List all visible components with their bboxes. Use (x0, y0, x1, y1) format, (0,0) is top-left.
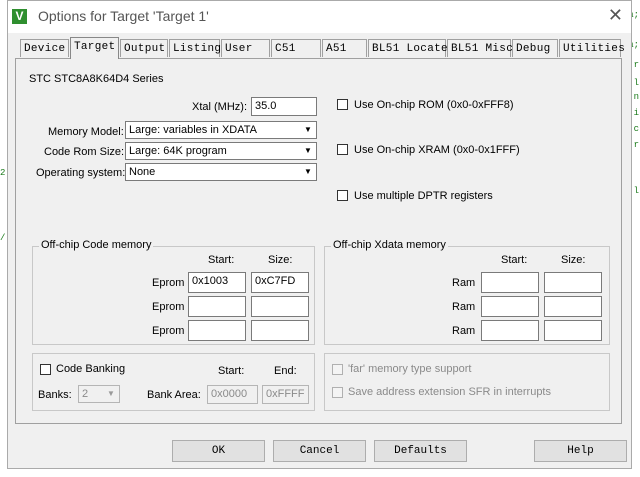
eprom-size-input[interactable] (251, 296, 309, 317)
ram-size-input[interactable] (544, 296, 602, 317)
operating-system-select[interactable]: None ▼ (125, 163, 317, 181)
operating-system-label: Operating system: (36, 167, 126, 179)
tab-listing[interactable]: Listing (169, 39, 221, 57)
cancel-button[interactable]: Cancel (273, 440, 366, 462)
ram-start-input[interactable] (481, 296, 539, 317)
device-name: STC STC8A8K64D4 Series (29, 73, 164, 85)
ram-label: Ram (452, 325, 476, 337)
use-multiple-dptr-label[interactable]: Use multiple DPTR registers (354, 190, 493, 202)
editor-code-fragment: c (633, 124, 639, 134)
bank-end-header: End: (274, 365, 297, 377)
editor-code-fragment: l (633, 78, 639, 88)
chevron-down-icon[interactable]: ▼ (301, 123, 315, 137)
ram-label: Ram (452, 277, 476, 289)
tab-bl51-misc[interactable]: BL51 Misc (447, 39, 513, 57)
tab-target[interactable]: Target (70, 37, 119, 59)
use-onchip-rom-label[interactable]: Use On-chip ROM (0x0-0xFFF8) (354, 99, 514, 111)
offchip-xdata-memory-title: Off-chip Xdata memory (331, 239, 448, 251)
tab-debug[interactable]: Debug (512, 39, 558, 57)
save-sfr-label[interactable]: Save address extension SFR in interrupts (348, 386, 551, 398)
chevron-down-icon[interactable]: ▼ (104, 387, 118, 401)
offchip-xdata-memory-group: Off-chip Xdata memory Start: Size: Ram R… (324, 239, 610, 345)
code-banking-checkbox[interactable] (40, 364, 51, 375)
offchip-code-memory-title: Off-chip Code memory (39, 239, 154, 251)
ram-start-input[interactable] (481, 320, 539, 341)
tab-c51[interactable]: C51 (271, 39, 321, 57)
editor-code-fragment: r (633, 60, 639, 70)
offchip-code-memory-group: Off-chip Code memory Start: Size: Eprom … (32, 239, 315, 345)
memory-model-label: Memory Model: (48, 126, 124, 138)
eprom-size-input[interactable] (251, 320, 309, 341)
tab-utilities[interactable]: Utilities (559, 39, 625, 57)
banks-value: 2 (82, 388, 89, 400)
code-rom-size-value: Large: 64K program (129, 145, 227, 157)
editor-code-fragment: n (633, 92, 639, 102)
xtal-label: Xtal (MHz): (192, 101, 247, 113)
use-multiple-dptr-checkbox[interactable] (337, 190, 348, 201)
code-rom-size-label: Code Rom Size: (44, 146, 125, 158)
banks-select[interactable]: 2 ▼ (78, 385, 120, 403)
title-bar[interactable]: V Options for Target 'Target 1' ✕ (8, 1, 631, 33)
far-memory-group: 'far' memory type support Save address e… (324, 353, 610, 411)
ram-size-input[interactable] (544, 272, 602, 293)
eprom-label: Eprom (152, 301, 185, 313)
tab-bl51-locate[interactable]: BL51 Locate (368, 39, 448, 57)
keil-uvision-icon: V (12, 9, 27, 24)
memory-model-value: Large: variables in XDATA (129, 124, 257, 136)
editor-code-fragment: i (633, 108, 639, 118)
code-size-header: Size: (268, 254, 293, 266)
eprom-label: Eprom (152, 325, 185, 337)
eprom-start-input[interactable] (188, 296, 246, 317)
code-start-header: Start: (208, 254, 235, 266)
tab-user[interactable]: User (221, 39, 270, 57)
operating-system-value: None (129, 166, 156, 178)
eprom-start-input[interactable]: 0x1003 (188, 272, 246, 293)
ram-start-input[interactable] (481, 272, 539, 293)
options-dialog: V Options for Target 'Target 1' ✕ Device… (7, 0, 632, 469)
code-banking-label[interactable]: Code Banking (56, 363, 125, 375)
far-memory-checkbox[interactable] (332, 364, 343, 375)
use-onchip-xram-label[interactable]: Use On-chip XRAM (0x0-0x1FFF) (354, 144, 520, 156)
code-rom-size-select[interactable]: Large: 64K program ▼ (125, 142, 317, 160)
editor-code-fragment: / (0, 233, 6, 243)
defaults-button[interactable]: Defaults (374, 440, 467, 462)
tab-device[interactable]: Device (20, 39, 69, 57)
dialog-title: Options for Target 'Target 1' (38, 8, 209, 24)
chevron-down-icon[interactable]: ▼ (301, 144, 315, 158)
editor-code-fragment: l (633, 186, 639, 196)
ram-size-input[interactable] (544, 320, 602, 341)
xdata-size-header: Size: (561, 254, 586, 266)
bank-area-start-input[interactable]: 0x0000 (207, 385, 258, 404)
eprom-size-input[interactable]: 0xC7FD (251, 272, 309, 293)
eprom-label: Eprom (152, 277, 185, 289)
help-button[interactable]: Help (534, 440, 627, 462)
close-icon[interactable]: ✕ (608, 5, 623, 25)
memory-model-select[interactable]: Large: variables in XDATA ▼ (125, 121, 317, 139)
eprom-start-input[interactable] (188, 320, 246, 341)
bank-area-end-input[interactable]: 0xFFFF (262, 385, 309, 404)
bank-start-header: Start: (218, 365, 245, 377)
tab-output[interactable]: Output (120, 39, 168, 57)
save-sfr-checkbox[interactable] (332, 387, 343, 398)
use-onchip-rom-checkbox[interactable] (337, 99, 348, 110)
editor-code-fragment: r (633, 140, 639, 150)
target-tab-panel: STC STC8A8K64D4 Series Xtal (MHz): 35.0 … (15, 58, 622, 424)
xdata-start-header: Start: (501, 254, 528, 266)
bank-area-label: Bank Area: (147, 389, 201, 401)
ok-button[interactable]: OK (172, 440, 265, 462)
banks-label: Banks: (38, 389, 72, 401)
far-memory-label[interactable]: 'far' memory type support (348, 363, 471, 375)
chevron-down-icon[interactable]: ▼ (301, 165, 315, 179)
use-onchip-xram-checkbox[interactable] (337, 144, 348, 155)
ram-label: Ram (452, 301, 476, 313)
xtal-input[interactable]: 35.0 (251, 97, 317, 116)
tab-a51[interactable]: A51 (322, 39, 367, 57)
code-banking-group: Code Banking Start: End: Banks: 2 ▼ Bank… (32, 353, 315, 411)
